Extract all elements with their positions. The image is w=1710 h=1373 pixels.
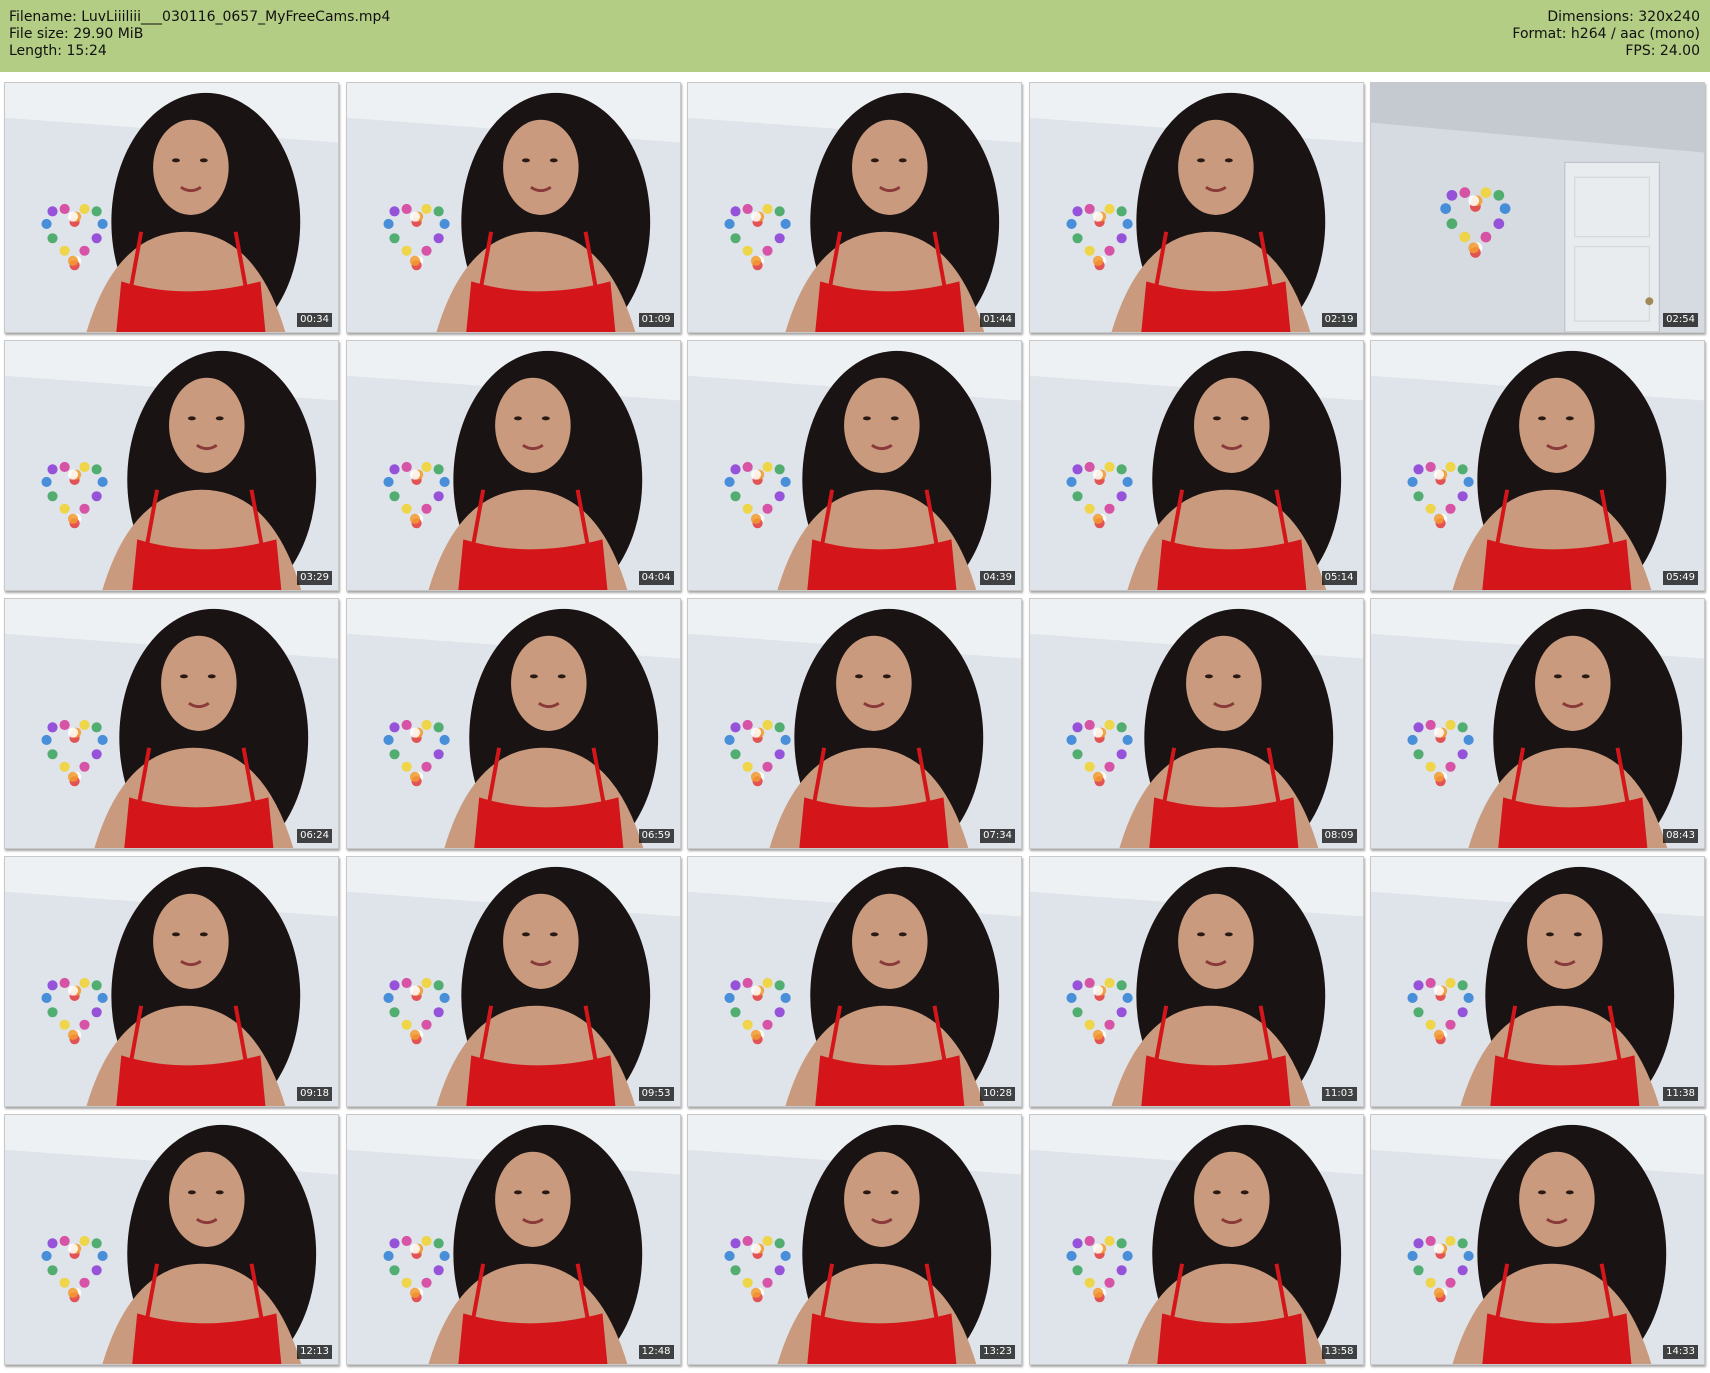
thumbnail-grid: 00:34 01:09 01:44 02:19 02:54 03:29 04:0… <box>4 82 1705 1365</box>
timestamp-label: 11:38 <box>1663 1087 1698 1101</box>
timestamp-label: 04:39 <box>980 571 1015 585</box>
thumbnail: 11:03 <box>1028 856 1364 1107</box>
timestamp-label: 10:28 <box>980 1087 1015 1101</box>
thumbnail: 07:34 <box>687 598 1022 849</box>
timestamp-label: 07:34 <box>980 829 1015 843</box>
timestamp-label: 08:09 <box>1321 829 1357 843</box>
video-frame <box>1371 599 1704 848</box>
timestamp-label: 13:58 <box>1321 1345 1357 1359</box>
timestamp-label: 09:53 <box>638 1087 674 1101</box>
video-frame <box>1029 83 1363 332</box>
thumbnail: 12:48 <box>345 1114 681 1365</box>
thumbnail: 13:23 <box>687 1114 1022 1365</box>
file-info-left: Filename: LuvLiiiliii___030116_0657_MyFr… <box>9 9 390 60</box>
video-frame <box>5 341 338 590</box>
timestamp-label: 03:29 <box>297 571 332 585</box>
video-frame <box>1371 1115 1704 1364</box>
video-frame <box>5 857 338 1106</box>
file-info-right: Dimensions: 320x240 Format: h264 / aac (… <box>1512 9 1700 60</box>
video-frame <box>5 599 338 848</box>
video-frame <box>1371 341 1704 590</box>
timestamp-label: 11:03 <box>1321 1087 1357 1101</box>
timestamp-label: 02:19 <box>1321 313 1357 327</box>
thumbnail: 05:49 <box>1370 340 1705 591</box>
video-frame <box>1371 83 1704 332</box>
thumbnail: 04:04 <box>345 340 681 591</box>
video-frame <box>1029 857 1363 1106</box>
timestamp-label: 05:14 <box>1321 571 1357 585</box>
video-frame <box>688 83 1021 332</box>
thumbnail: 06:59 <box>345 598 681 849</box>
timestamp-label: 06:59 <box>638 829 674 843</box>
thumbnail: 02:54 <box>1370 82 1705 333</box>
timestamp-label: 02:54 <box>1663 313 1698 327</box>
thumbnail: 03:29 <box>4 340 339 591</box>
video-frame <box>5 1115 338 1364</box>
thumbnail: 00:34 <box>4 82 339 333</box>
thumbnail: 04:39 <box>687 340 1022 591</box>
timestamp-label: 04:04 <box>638 571 674 585</box>
length-text: Length: 15:24 <box>9 43 107 59</box>
video-frame <box>688 1115 1021 1364</box>
filename-text: Filename: LuvLiiiliii___030116_0657_MyFr… <box>9 9 391 25</box>
thumbnail: 12:13 <box>4 1114 339 1365</box>
format-text: Format: h264 / aac (mono) <box>1512 26 1700 42</box>
video-frame <box>5 83 338 332</box>
timestamp-label: 05:49 <box>1663 571 1698 585</box>
thumbnail: 11:38 <box>1370 856 1705 1107</box>
video-frame <box>688 341 1021 590</box>
thumbnail: 06:24 <box>4 598 339 849</box>
thumbnail: 08:09 <box>1028 598 1364 849</box>
thumbnail: 08:43 <box>1370 598 1705 849</box>
video-frame <box>688 857 1021 1106</box>
video-frame <box>346 599 680 848</box>
video-frame <box>1029 341 1363 590</box>
thumbnail: 01:09 <box>345 82 681 333</box>
video-frame <box>346 83 680 332</box>
video-frame <box>1371 857 1704 1106</box>
timestamp-label: 14:33 <box>1663 1345 1698 1359</box>
info-header: Filename: LuvLiiiliii___030116_0657_MyFr… <box>0 0 1710 72</box>
video-frame <box>346 1115 680 1364</box>
timestamp-label: 01:44 <box>980 313 1015 327</box>
thumbnail: 10:28 <box>687 856 1022 1107</box>
video-frame <box>346 341 680 590</box>
fps-text: FPS: 24.00 <box>1625 43 1700 59</box>
thumbnail: 13:58 <box>1028 1114 1364 1365</box>
thumbnail: 14:33 <box>1370 1114 1705 1365</box>
timestamp-label: 08:43 <box>1663 829 1698 843</box>
timestamp-label: 00:34 <box>297 313 332 327</box>
timestamp-label: 06:24 <box>297 829 332 843</box>
thumbnail: 09:18 <box>4 856 339 1107</box>
thumbnail: 02:19 <box>1028 82 1364 333</box>
timestamp-label: 09:18 <box>297 1087 332 1101</box>
timestamp-label: 12:13 <box>297 1345 332 1359</box>
video-frame <box>688 599 1021 848</box>
video-frame <box>346 857 680 1106</box>
video-frame <box>1029 599 1363 848</box>
thumbnail: 09:53 <box>345 856 681 1107</box>
timestamp-label: 01:09 <box>638 313 674 327</box>
timestamp-label: 13:23 <box>980 1345 1015 1359</box>
timestamp-label: 12:48 <box>638 1345 674 1359</box>
thumbnail: 05:14 <box>1028 340 1364 591</box>
video-frame <box>1029 1115 1363 1364</box>
thumbnail: 01:44 <box>687 82 1022 333</box>
file-size-text: File size: 29.90 MiB <box>9 26 144 42</box>
dimensions-text: Dimensions: 320x240 <box>1547 9 1700 25</box>
